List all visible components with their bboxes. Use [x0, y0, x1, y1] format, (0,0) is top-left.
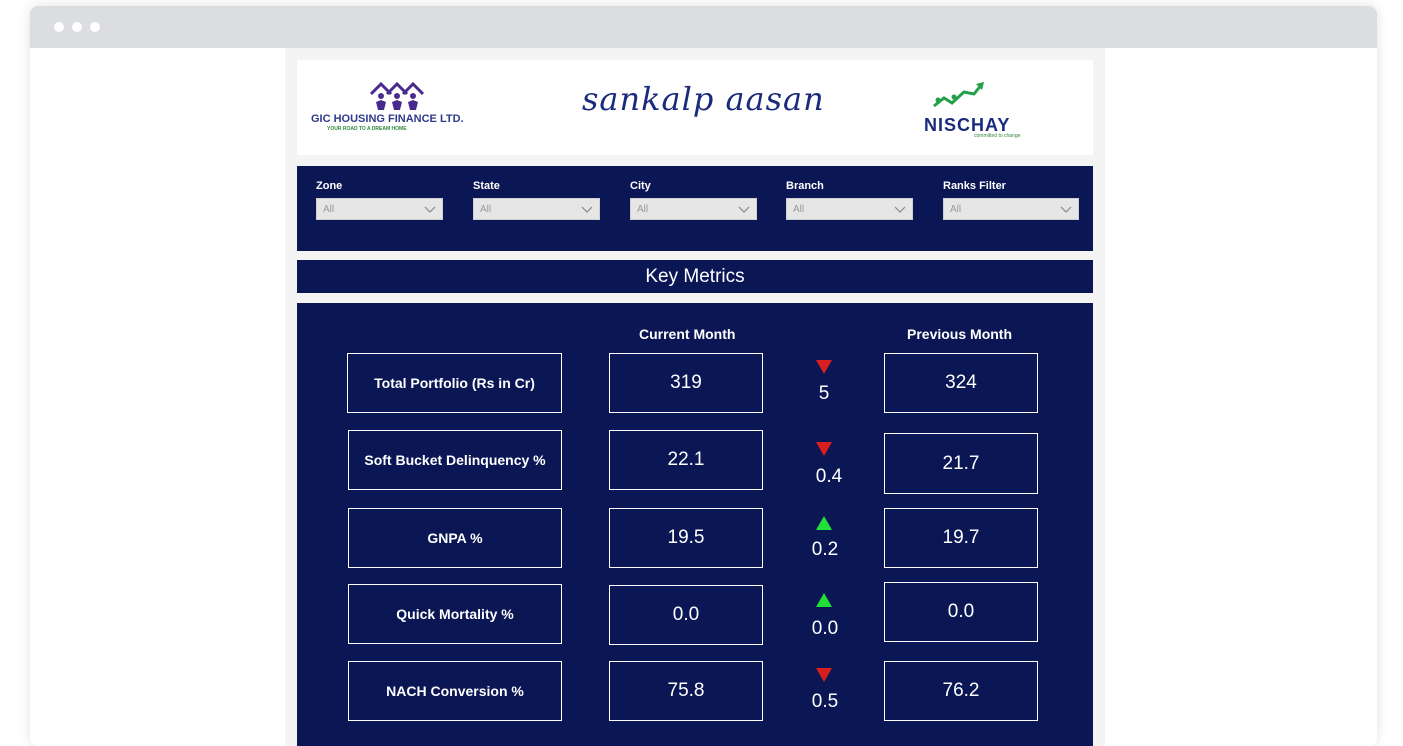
window-titlebar: [30, 6, 1377, 48]
previous-value-quick-mortality: 0.0: [884, 582, 1038, 642]
filter-value: All: [637, 204, 649, 215]
filter-label: Branch: [786, 180, 824, 192]
metric-label-total-portfolio: Total Portfolio (Rs in Cr): [347, 353, 562, 413]
ranks-filter-dropdown[interactable]: All: [943, 198, 1079, 220]
key-metrics-bar: Key Metrics: [297, 260, 1093, 293]
zone-dropdown[interactable]: All: [316, 198, 443, 220]
key-metrics-title: Key Metrics: [645, 266, 745, 287]
page-title: sankalp aasan: [582, 80, 825, 118]
report-canvas: GIC HOUSING FINANCE LTD. YOUR ROAD TO A …: [285, 48, 1105, 746]
up-arrow-icon: [816, 593, 832, 607]
down-arrow-icon: [816, 360, 832, 374]
previous-value-nach-conversion: 76.2: [884, 661, 1038, 721]
down-arrow-icon: [816, 668, 832, 682]
current-value-nach-conversion: 75.8: [609, 661, 763, 721]
window-control-dot[interactable]: [90, 22, 100, 32]
change-quick-mortality: 0.0: [811, 618, 839, 639]
window-control-dot[interactable]: [54, 22, 64, 32]
growth-arrow-icon: [933, 82, 984, 108]
nischay-logo-tagline: committed to change: [974, 133, 1021, 139]
change-soft-bucket-delinquency: 0.4: [815, 466, 843, 487]
gic-logo-tagline: YOUR ROAD TO A DREAM HOME: [327, 126, 407, 132]
houses-people-icon: [369, 81, 425, 110]
current-value-soft-bucket-delinquency: 22.1: [609, 430, 763, 490]
filter-value: All: [950, 204, 962, 215]
gic-logo-name: GIC HOUSING FINANCE LTD.: [311, 113, 464, 125]
state-dropdown[interactable]: All: [473, 198, 600, 220]
filter-label: City: [630, 180, 651, 192]
filter-value: All: [793, 204, 805, 215]
chevron-down-icon: [894, 206, 906, 213]
filter-ranks: Ranks Filter All: [943, 180, 1079, 220]
city-dropdown[interactable]: All: [630, 198, 757, 220]
metric-label-quick-mortality: Quick Mortality %: [348, 584, 562, 644]
filter-branch: Branch All: [786, 180, 913, 220]
change-nach-conversion: 0.5: [811, 691, 839, 712]
chevron-down-icon: [581, 206, 593, 213]
current-month-header: Current Month: [639, 326, 736, 342]
previous-month-header: Previous Month: [907, 326, 1013, 342]
filter-label: State: [473, 180, 500, 192]
previous-value-gnpa: 19.7: [884, 508, 1038, 568]
filter-bar: Zone All State All City All Branch All R…: [297, 166, 1093, 251]
up-arrow-icon: [816, 516, 832, 530]
filter-city: City All: [630, 180, 757, 220]
metrics-panel: Current Month Previous Month Total Portf…: [297, 303, 1093, 746]
chevron-down-icon: [424, 206, 436, 213]
branch-dropdown[interactable]: All: [786, 198, 913, 220]
chevron-down-icon: [738, 206, 750, 213]
report-header: GIC HOUSING FINANCE LTD. YOUR ROAD TO A …: [297, 60, 1093, 155]
filter-zone: Zone All: [316, 180, 443, 220]
metric-label-soft-bucket-delinquency: Soft Bucket Delinquency %: [348, 430, 562, 490]
chevron-down-icon: [1060, 206, 1072, 213]
metric-label-nach-conversion: NACH Conversion %: [348, 661, 562, 721]
window-control-dot[interactable]: [72, 22, 82, 32]
change-gnpa: 0.2: [811, 539, 839, 560]
nischay-logo: NISCHAY committed to change: [922, 80, 1052, 140]
change-total-portfolio: 5: [818, 383, 830, 404]
gic-logo: GIC HOUSING FINANCE LTD. YOUR ROAD TO A …: [311, 80, 491, 140]
current-value-quick-mortality: 0.0: [609, 585, 763, 645]
filter-label: Ranks Filter: [943, 180, 1006, 192]
filter-value: All: [480, 204, 492, 215]
filter-label: Zone: [316, 180, 343, 192]
current-value-gnpa: 19.5: [609, 508, 763, 568]
browser-window: GIC HOUSING FINANCE LTD. YOUR ROAD TO A …: [30, 6, 1377, 746]
current-value-total-portfolio: 319: [609, 353, 763, 413]
metric-label-gnpa: GNPA %: [348, 508, 562, 568]
filter-state: State All: [473, 180, 600, 220]
previous-value-total-portfolio: 324: [884, 353, 1038, 413]
down-arrow-icon: [816, 442, 832, 456]
filter-value: All: [323, 204, 335, 215]
previous-value-soft-bucket-delinquency: 21.7: [884, 433, 1038, 494]
